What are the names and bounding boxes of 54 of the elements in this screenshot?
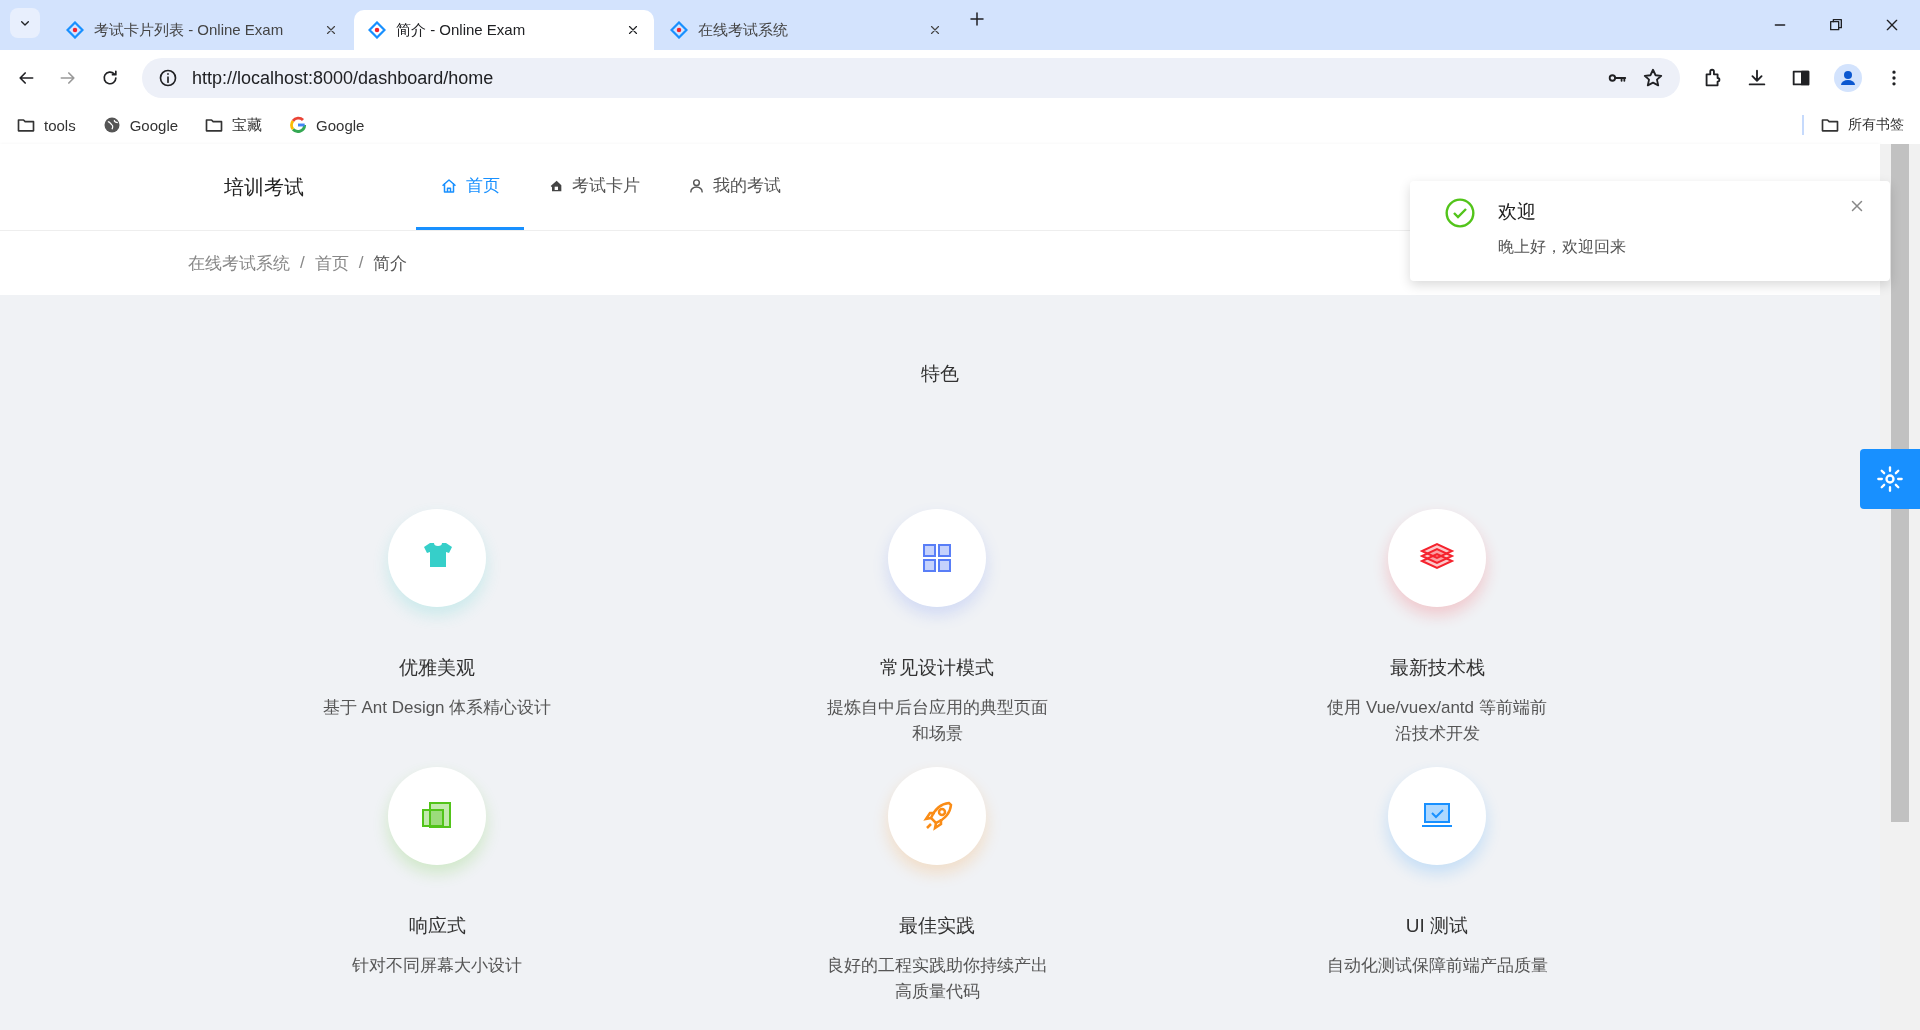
- tab-title: 在线考试系统: [698, 20, 789, 40]
- feature-description: 自动化测试保障前端产品质量: [1325, 955, 1549, 977]
- nav-tab[interactable]: 我的考试: [664, 144, 805, 230]
- google-icon: [288, 115, 309, 135]
- home-icon: [440, 176, 458, 195]
- close-icon[interactable]: [626, 23, 640, 37]
- feature-title: 最佳实践: [899, 914, 975, 938]
- app-logo-text: 培训考试: [224, 174, 305, 200]
- app-logo-icon: [368, 21, 386, 39]
- browser-tab[interactable]: 简介 - Online Exam: [354, 10, 654, 50]
- bookmark[interactable]: tools: [16, 115, 76, 135]
- breadcrumb-item[interactable]: 在线考试系统: [188, 251, 290, 275]
- app-logo-icon: [66, 21, 84, 39]
- section-title: 特色: [920, 362, 960, 386]
- feature-title: 常见设计模式: [880, 656, 994, 680]
- user-icon: [688, 177, 705, 194]
- close-icon[interactable]: [324, 23, 338, 37]
- browser-tab[interactable]: 考试卡片列表 - Online Exam: [52, 10, 352, 50]
- feature-description: 基于 Ant Design 体系精心设计: [321, 697, 553, 719]
- feature-title: 响应式: [408, 914, 466, 938]
- breadcrumb-item: 简介: [373, 252, 408, 275]
- info-icon: [158, 68, 178, 88]
- success-icon: [1444, 197, 1476, 229]
- profile-icon[interactable]: [1834, 64, 1862, 92]
- star-icon[interactable]: [1642, 67, 1664, 89]
- feature-description: 提炼自中后台应用的典型页面和场景: [825, 697, 1049, 745]
- notification-message: 晚上好，欢迎回来: [1498, 237, 1626, 257]
- url-text: http://localhost:8000/dashboard/home: [192, 67, 495, 89]
- all-bookmarks[interactable]: 所有书签: [1802, 115, 1904, 135]
- tab-title: 简介 - Online Exam: [396, 20, 527, 40]
- reload-icon[interactable]: [100, 68, 120, 88]
- feature-title: 最新技术栈: [1389, 656, 1485, 680]
- feature-title: UI 测试: [1405, 914, 1469, 938]
- breadcrumb-separator: /: [358, 253, 364, 273]
- feature-description: 针对不同屏幕大小设计: [351, 955, 523, 977]
- browser-tab[interactable]: 在线考试系统: [656, 10, 956, 50]
- bookmark[interactable]: Google: [288, 115, 365, 135]
- scrollbar[interactable]: [1880, 144, 1920, 1030]
- feature-description: 使用 Vue/vuex/antd 等前端前沿技术开发: [1326, 697, 1548, 745]
- breadcrumb-separator: /: [300, 253, 305, 273]
- app-logo-icon: [670, 21, 688, 39]
- new-tab-icon[interactable]: [968, 9, 986, 28]
- feature-title: 优雅美观: [399, 656, 475, 680]
- bookmark[interactable]: Google: [101, 115, 179, 135]
- feature-description: 良好的工程实践助你持续产出高质量代码: [825, 955, 1049, 1003]
- notification-title: 欢迎: [1498, 200, 1537, 224]
- tab-title: 考试卡片列表 - Online Exam: [94, 20, 285, 40]
- close-icon[interactable]: [928, 23, 942, 37]
- breadcrumb-item[interactable]: 首页: [314, 251, 349, 275]
- settings-icon: [1876, 465, 1904, 493]
- settings-button[interactable]: [1860, 449, 1920, 509]
- bookmark[interactable]: 宝藏: [204, 115, 263, 135]
- nav-tab[interactable]: 考试卡片: [524, 144, 664, 230]
- address-bar[interactable]: http://localhost:8000/dashboard/home: [142, 58, 1680, 98]
